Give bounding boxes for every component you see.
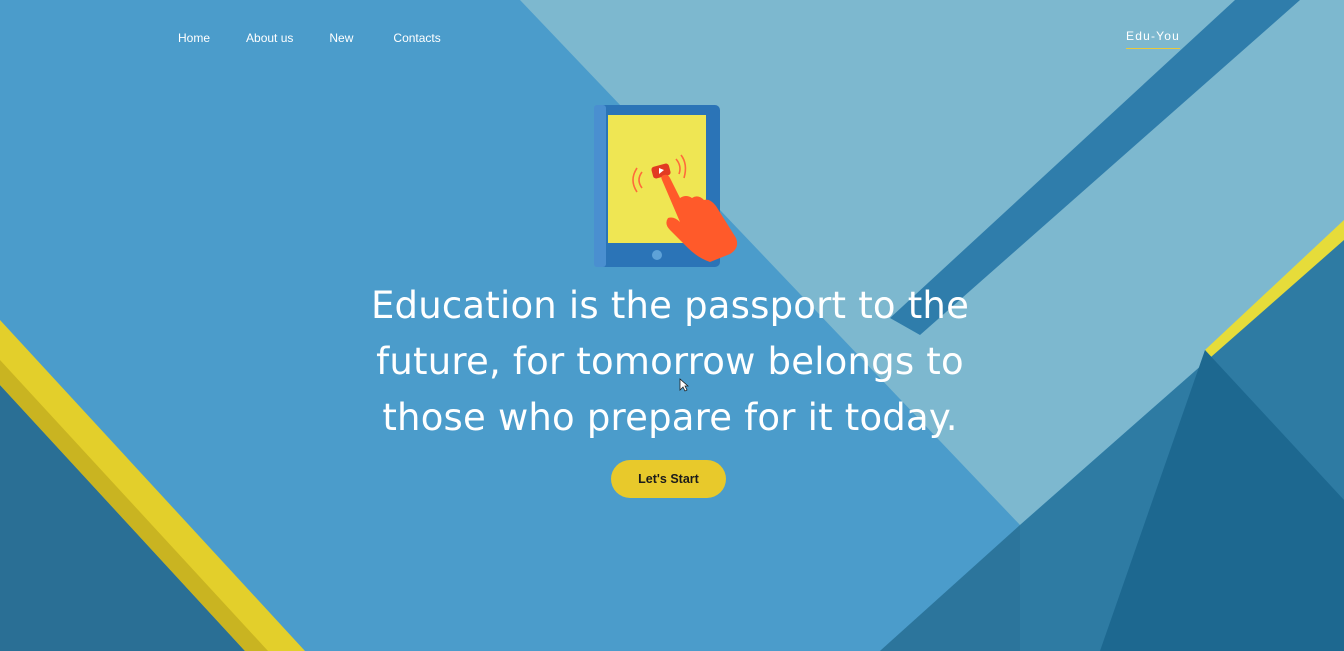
headline-line-3: those who prepare for it today. — [382, 396, 958, 439]
hero-headline: Education is the passport to the future,… — [340, 278, 1000, 446]
mouse-pointer-icon — [679, 378, 689, 392]
headline-line-2: future, for tomorrow belongs to — [376, 340, 964, 383]
main-nav: Home About us New Contacts — [178, 31, 441, 45]
brand-logo-link[interactable]: Edu-You — [1126, 29, 1180, 49]
tablet-tap-play-icon — [590, 102, 750, 272]
hero-section: Home About us New Contacts Edu-You Educa… — [0, 0, 1344, 651]
nav-about-link[interactable]: About us — [246, 31, 293, 45]
nav-contacts-link[interactable]: Contacts — [393, 31, 440, 45]
lets-start-button[interactable]: Let's Start — [611, 460, 726, 498]
nav-home-link[interactable]: Home — [178, 31, 210, 45]
nav-new-link[interactable]: New — [329, 31, 353, 45]
headline-line-1: Education is the passport to the — [370, 284, 970, 327]
